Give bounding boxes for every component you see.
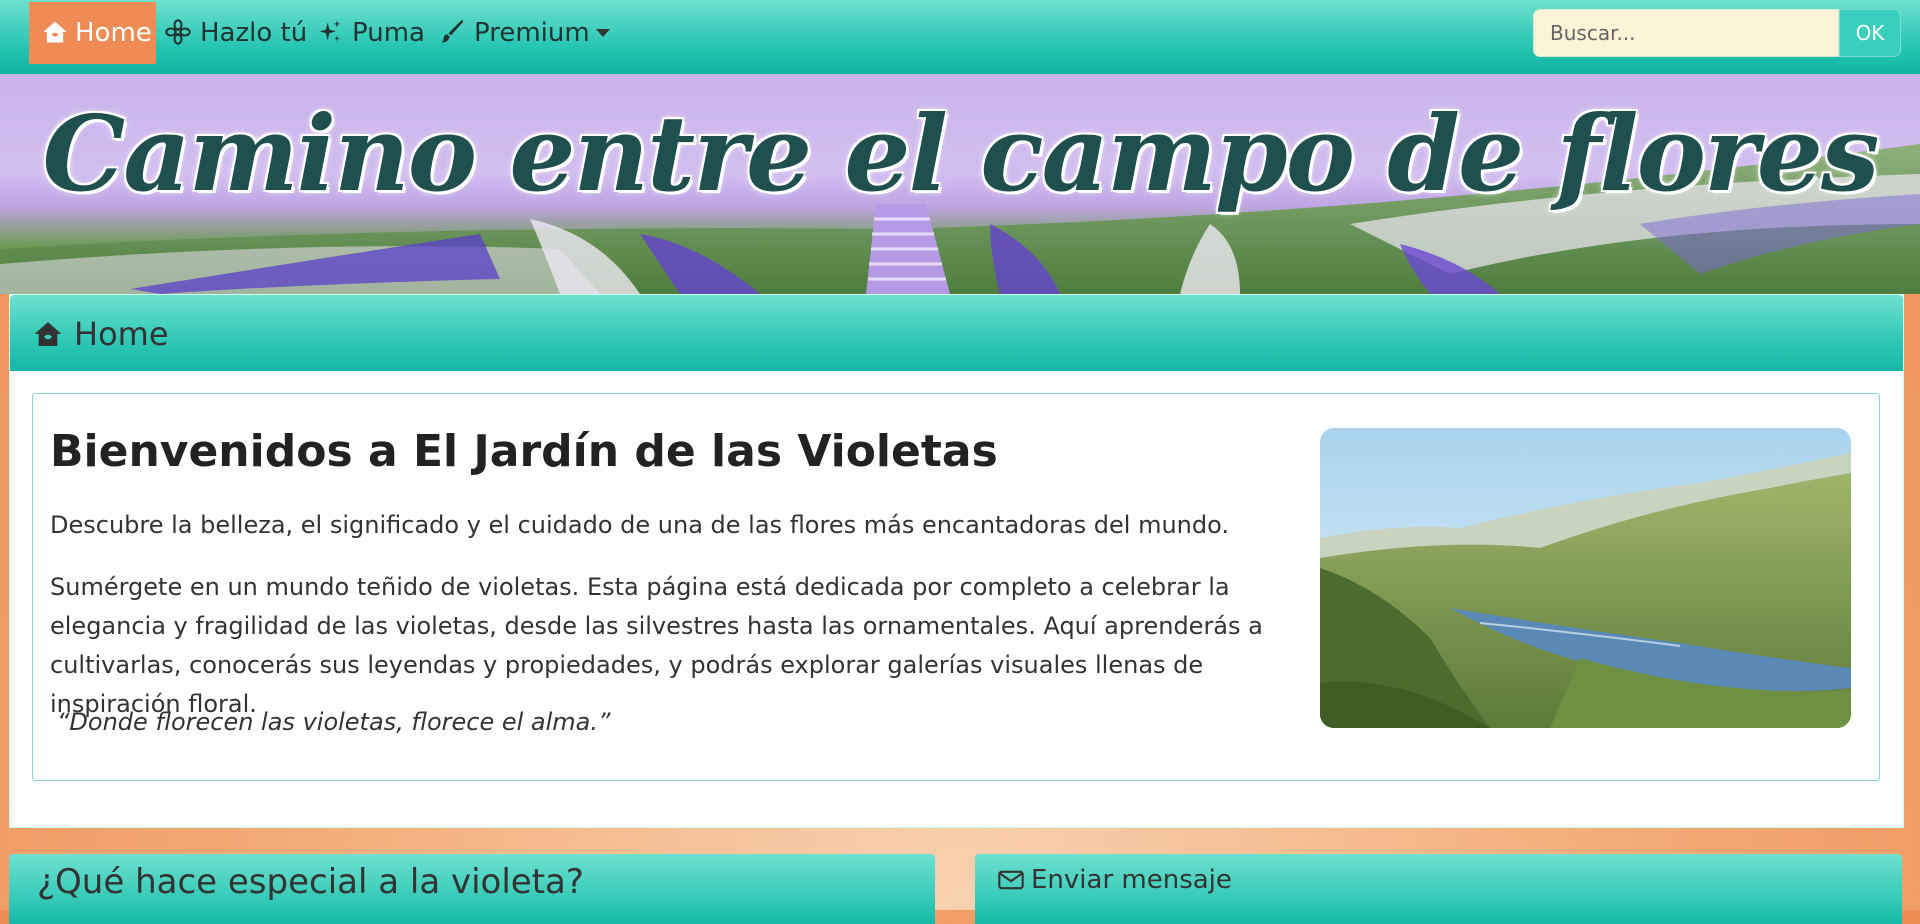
violet-info-card: ¿Qué hace especial a la violeta? <box>9 854 935 924</box>
welcome-panel: Bienvenidos a El Jardín de las Violetas … <box>32 393 1880 781</box>
card-header-label: Home <box>74 315 169 353</box>
nav-hazlo-tu-label: Hazlo tú <box>200 18 308 48</box>
house-icon <box>41 18 69 48</box>
nav-home[interactable]: Home <box>29 2 156 64</box>
valley-lake-photo <box>1320 428 1851 728</box>
body-text: Sumérgete en un mundo teñido de violetas… <box>50 573 1263 718</box>
send-message-card: Enviar mensaje <box>975 854 1902 924</box>
search-button[interactable]: OK <box>1839 9 1901 57</box>
send-message-title: Enviar mensaje <box>1031 865 1232 895</box>
card-header: Home <box>10 295 1903 371</box>
banner-title: Camino entre el campo de flores <box>42 92 1879 215</box>
flower-icon <box>164 18 194 48</box>
send-message-header: Enviar mensaje <box>997 865 1232 895</box>
banner: Camino entre el campo de flores <box>0 74 1920 294</box>
nav-hazlo-tu[interactable]: Hazlo tú <box>164 2 307 64</box>
sparkles-icon <box>316 18 346 48</box>
home-card: Home Bienvenidos a El Jardín de las Viol… <box>9 294 1904 828</box>
card-header-title: Home <box>32 315 169 353</box>
nav-puma[interactable]: Puma <box>316 2 425 64</box>
house-icon <box>32 318 64 350</box>
nav-premium-label: Premium <box>474 18 590 48</box>
chevron-down-icon <box>595 29 610 37</box>
brush-icon <box>438 18 468 48</box>
nav-puma-label: Puma <box>352 18 425 48</box>
nav-premium-dropdown[interactable]: Premium <box>438 2 610 64</box>
violet-info-title: ¿Qué hace especial a la violeta? <box>37 862 584 902</box>
search-input[interactable] <box>1533 9 1839 57</box>
quote-text: “Donde florecen las violetas, florece el… <box>57 708 611 736</box>
envelope-icon <box>997 866 1025 894</box>
nav-home-label: Home <box>75 18 152 48</box>
page-title: Bienvenidos a El Jardín de las Violetas <box>50 426 998 477</box>
intro-text: Descubre la belleza, el significado y el… <box>50 511 1229 539</box>
top-navbar: Home Hazlo tú Puma Premium OK <box>0 0 1920 74</box>
